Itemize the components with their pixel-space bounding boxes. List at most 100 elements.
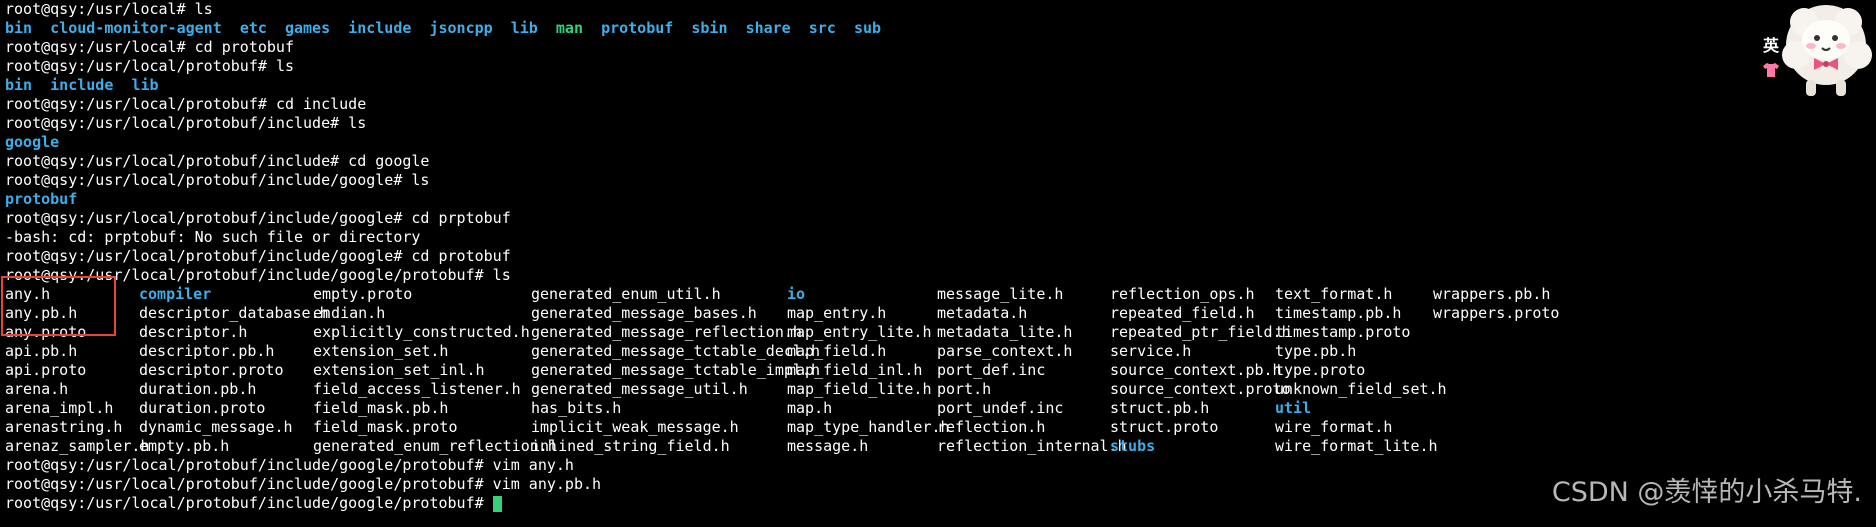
listing-row: arenaz_sampler.h empty.pb.h generated_enum… bbox=[5, 437, 1875, 456]
file-entry: parse_context.h bbox=[937, 342, 1073, 360]
file-entry: field_access_listener.h bbox=[313, 380, 521, 398]
shell-command: cd include bbox=[275, 95, 367, 113]
shell-command: ls bbox=[348, 114, 367, 132]
file-entry: message.h bbox=[787, 437, 869, 455]
shell-command: ls bbox=[411, 171, 430, 189]
file-entry: map_entry_lite.h bbox=[787, 323, 932, 341]
shell-command: vim any.pb.h bbox=[492, 475, 602, 493]
ls-output: google bbox=[5, 133, 1875, 152]
shell-prompt: root@qsy:/usr/local/protobuf/include/goo… bbox=[5, 494, 493, 512]
file-entry: field_mask.proto bbox=[313, 418, 458, 436]
directory-entry: util bbox=[1275, 399, 1312, 417]
file-entry: generated_message_tctable_decl.h bbox=[531, 342, 820, 360]
file-entry: api.proto bbox=[5, 361, 87, 379]
listing-row: any.h compiler empty.proto generated_enum_u… bbox=[5, 285, 1875, 304]
file-entry: man bbox=[555, 19, 583, 37]
directory-entry: stubs bbox=[1110, 437, 1156, 455]
directory-entry: src bbox=[808, 19, 836, 37]
file-entry: source_context.pb.h bbox=[1110, 361, 1282, 379]
directory-entry: io bbox=[787, 285, 806, 303]
file-entry: map_entry.h bbox=[787, 304, 887, 322]
listing-row: any.proto descriptor.h explicitly_construc… bbox=[5, 323, 1875, 342]
shell-command: ls bbox=[194, 0, 213, 18]
file-entry: repeated_field.h bbox=[1110, 304, 1255, 322]
file-entry: type.pb.h bbox=[1275, 342, 1357, 360]
file-entry: generated_message_tctable_impl.h bbox=[531, 361, 820, 379]
ls-output: bin cloud-monitor-agent etc games includ… bbox=[5, 19, 1875, 38]
ls-output: protobuf bbox=[5, 190, 1875, 209]
file-entry: dynamic_message.h bbox=[139, 418, 293, 436]
file-entry: text_format.h bbox=[1275, 285, 1393, 303]
file-entry: wire_format_lite.h bbox=[1275, 437, 1438, 455]
shell-command: vim any.h bbox=[492, 456, 574, 474]
command-line: root@qsy:/usr/local/protobuf/include/goo… bbox=[5, 247, 1875, 266]
directory-entry: include bbox=[50, 76, 114, 94]
directory-entry: include bbox=[348, 19, 412, 37]
directory-entry: lib bbox=[510, 19, 538, 37]
command-line: root@qsy:/usr/local/protobuf# ls bbox=[5, 57, 1875, 76]
file-entry: empty.proto bbox=[313, 285, 413, 303]
file-entry: empty.pb.h bbox=[139, 437, 230, 455]
file-entry: port_undef.inc bbox=[937, 399, 1064, 417]
file-entry: struct.proto bbox=[1110, 418, 1219, 436]
directory-entry: bin bbox=[5, 76, 33, 94]
shell-command: cd protobuf bbox=[411, 247, 511, 265]
file-entry: reflection_ops.h bbox=[1110, 285, 1255, 303]
file-entry: map_field_lite.h bbox=[787, 380, 932, 398]
shell-prompt: root@qsy:/usr/local/protobuf# bbox=[5, 57, 276, 75]
shell-prompt: root@qsy:/usr/local/protobuf/include/goo… bbox=[5, 456, 493, 474]
listing-row: any.pb.h descriptor_database.h endian.h gen… bbox=[5, 304, 1875, 323]
file-entry: generated_enum_reflection.h bbox=[313, 437, 557, 455]
shell-prompt: root@qsy:/usr/local# bbox=[5, 0, 195, 18]
file-entry: generated_message_util.h bbox=[531, 380, 748, 398]
highlight-box bbox=[1, 276, 116, 336]
listing-row: api.proto descriptor.proto extension_set_i… bbox=[5, 361, 1875, 380]
file-entry: timestamp.pb.h bbox=[1275, 304, 1402, 322]
directory-entry: etc bbox=[239, 19, 267, 37]
directory-entry: games bbox=[284, 19, 331, 37]
shell-prompt: root@qsy:/usr/local/protobuf/include/goo… bbox=[5, 247, 412, 265]
file-entry: map_field.h bbox=[787, 342, 887, 360]
shell-prompt: root@qsy:/usr/local/protobuf/include/goo… bbox=[5, 171, 412, 189]
shell-command: ls bbox=[492, 266, 511, 284]
file-entry: wrappers.proto bbox=[1433, 304, 1560, 322]
shell-command: cd prptobuf bbox=[411, 209, 511, 227]
shell-prompt: root@qsy:/usr/local/protobuf/include# bbox=[5, 114, 349, 132]
output-text: -bash: cd: prptobuf: No such file or dir… bbox=[5, 228, 421, 246]
shell-prompt: root@qsy:/usr/local# bbox=[5, 38, 195, 56]
file-entry: descriptor.proto bbox=[139, 361, 284, 379]
directory-entry: jsoncpp bbox=[429, 19, 493, 37]
file-entry: field_mask.pb.h bbox=[313, 399, 449, 417]
file-entry: generated_message_reflection.h bbox=[531, 323, 802, 341]
terminal-window[interactable]: root@qsy:/usr/local# ls bin cloud-monitor… bbox=[5, 0, 1875, 513]
file-entry: map_type_handler.h bbox=[787, 418, 950, 436]
directory-entry: protobuf bbox=[5, 190, 78, 208]
file-entry: api.pb.h bbox=[5, 342, 78, 360]
command-line: root@qsy:/usr/local/protobuf/include/goo… bbox=[5, 171, 1875, 190]
error-output: -bash: cd: prptobuf: No such file or dir… bbox=[5, 228, 1875, 247]
directory-entry: compiler bbox=[139, 285, 212, 303]
file-entry: explicitly_constructed.h bbox=[313, 323, 530, 341]
file-entry: arenastring.h bbox=[5, 418, 123, 436]
shell-prompt: root@qsy:/usr/local/protobuf/include/goo… bbox=[5, 209, 412, 227]
file-entry: generated_enum_util.h bbox=[531, 285, 721, 303]
file-entry: metadata.h bbox=[937, 304, 1028, 322]
file-entry: arena.h bbox=[5, 380, 69, 398]
file-entry: inlined_string_field.h bbox=[531, 437, 730, 455]
file-entry: arena_impl.h bbox=[5, 399, 114, 417]
command-line: root@qsy:/usr/local# cd protobuf bbox=[5, 38, 1875, 57]
directory-entry: share bbox=[745, 19, 791, 37]
file-entry: map_field_inl.h bbox=[787, 361, 923, 379]
watermark: CSDN @羡悻的小杀马特. bbox=[1551, 477, 1862, 508]
directory-entry: lib bbox=[131, 76, 159, 94]
file-entry: map.h bbox=[787, 399, 833, 417]
directory-entry: sbin bbox=[691, 19, 728, 37]
shell-command: cd google bbox=[348, 152, 430, 170]
file-entry: descriptor.pb.h bbox=[139, 342, 275, 360]
file-entry: timestamp.proto bbox=[1275, 323, 1411, 341]
command-line: root@qsy:/usr/local/protobuf/include/goo… bbox=[5, 209, 1875, 228]
ls-output: bin include lib bbox=[5, 76, 1875, 95]
file-entry: repeated_ptr_field.h bbox=[1110, 323, 1291, 341]
shell-prompt: root@qsy:/usr/local/protobuf/include# bbox=[5, 152, 349, 170]
listing-row: arena.h duration.pb.h field_access_listene… bbox=[5, 380, 1875, 399]
